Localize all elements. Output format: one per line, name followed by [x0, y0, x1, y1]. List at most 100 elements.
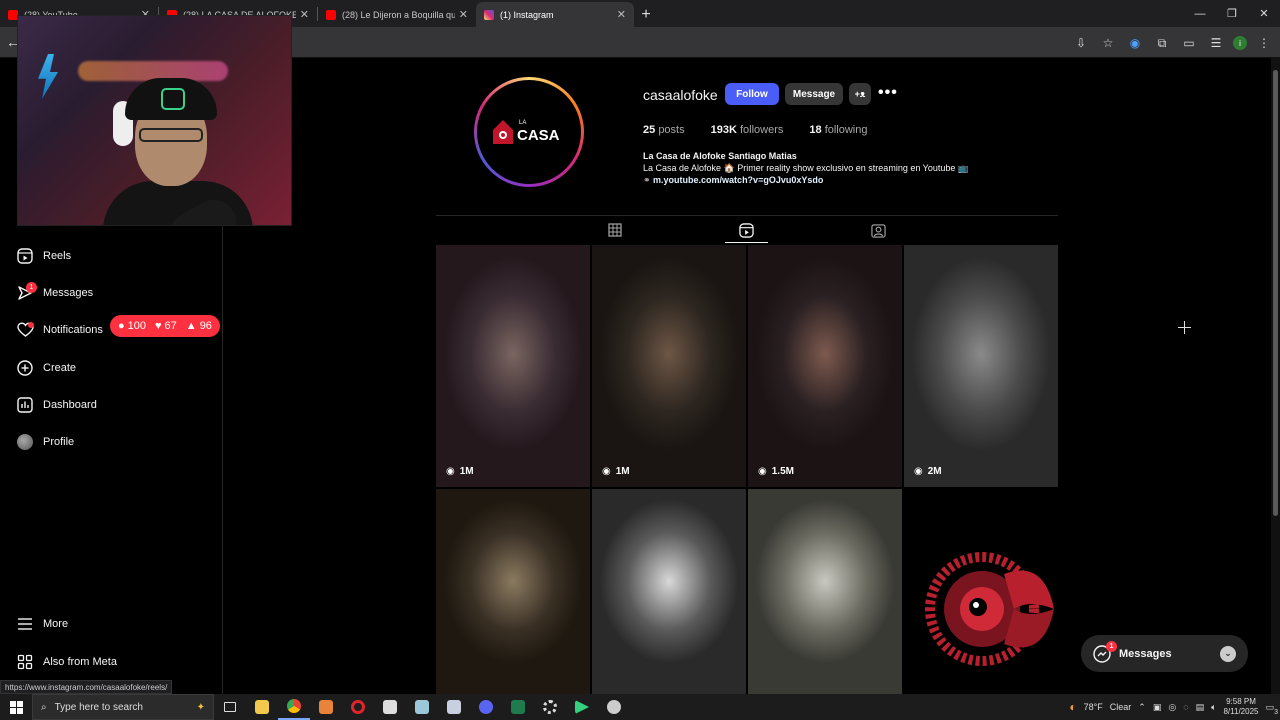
- windows-logo-icon: [9, 700, 23, 714]
- settings-gear-icon[interactable]: [534, 694, 566, 720]
- discord-icon[interactable]: [470, 694, 502, 720]
- scrollbar-thumb[interactable]: [1273, 70, 1278, 516]
- notification-count: 3: [1274, 708, 1278, 716]
- tab-reels[interactable]: [736, 221, 756, 239]
- star-icon[interactable]: ☆: [1098, 33, 1118, 53]
- chevron-down-icon[interactable]: ⌄: [1220, 645, 1236, 662]
- followers-label: followers: [739, 124, 784, 136]
- new-tab-button[interactable]: +: [634, 3, 658, 27]
- messenger-icon: 1: [1093, 640, 1117, 663]
- plus-square-icon: [16, 359, 34, 377]
- chrome-icon[interactable]: [278, 694, 310, 720]
- active-tab-indicator: [725, 242, 768, 243]
- view-count: ◉ 1.5M: [758, 466, 794, 477]
- reel-thumbnail-3[interactable]: ◉ 1.5M: [748, 245, 902, 487]
- app-icon-play[interactable]: [566, 694, 598, 720]
- app-icon-orange[interactable]: [310, 694, 342, 720]
- weather-temp[interactable]: 78°F: [1084, 702, 1103, 712]
- extension-icon-1[interactable]: ◉: [1125, 33, 1145, 53]
- followers-stat[interactable]: 193K followers: [711, 124, 784, 136]
- taskbar-search[interactable]: ⌕ Type here to search ✦: [32, 694, 214, 720]
- follow-button[interactable]: Follow: [725, 83, 779, 105]
- taskbar-clock[interactable]: 9:58 PM 8/11/2025: [1223, 697, 1258, 717]
- follows-count: ▲ 96: [186, 320, 212, 332]
- likes-value: 67: [164, 320, 177, 332]
- close-tab-icon[interactable]: ✕: [459, 8, 468, 21]
- view-count-value: 1M: [459, 466, 474, 477]
- close-tab-icon[interactable]: ✕: [617, 8, 626, 21]
- profile-picture-ring[interactable]: LA CASA: [474, 77, 584, 187]
- tab-posts[interactable]: [605, 221, 625, 239]
- browser-tab-3[interactable]: (28) Le Dijeron a Boquilla que ✕: [318, 2, 476, 27]
- sidebar-item-more[interactable]: More: [16, 613, 68, 635]
- reel-thumbnail-5[interactable]: [436, 489, 590, 694]
- opera-icon[interactable]: [342, 694, 374, 720]
- app-icon-bulb[interactable]: [598, 694, 630, 720]
- speaker-icon[interactable]: 🔈︎: [1211, 702, 1216, 713]
- comments-count: ● 100: [118, 320, 146, 332]
- status-bar-url: https://www.instagram.com/casaalofoke/re…: [0, 680, 173, 694]
- sidebar-item-reels[interactable]: Reels: [16, 245, 71, 267]
- posts-stat: 25 posts: [643, 124, 685, 136]
- suggest-accounts-button[interactable]: +ᴥ: [849, 83, 871, 105]
- network-icon[interactable]: ▤: [1196, 702, 1205, 713]
- messages-floating-bar[interactable]: 1 Messages ⌄: [1081, 635, 1248, 672]
- app-icon-n[interactable]: [374, 694, 406, 720]
- messages-badge: 1: [26, 282, 37, 293]
- windows-taskbar: ⌕ Type here to search ✦ ◐ 78°F Clear ⌃ ▣…: [0, 694, 1280, 720]
- browser-tab-instagram[interactable]: (1) Instagram ✕: [476, 2, 634, 27]
- view-count: ◉ 1M: [446, 466, 474, 477]
- clock-date: 8/11/2025: [1223, 707, 1259, 716]
- following-stat[interactable]: 18 following: [809, 124, 867, 136]
- following-count: 18: [809, 124, 822, 136]
- sidepanel-icon[interactable]: ▭: [1179, 33, 1199, 53]
- cap-shape: [125, 78, 217, 120]
- view-count-value: 2M: [927, 466, 942, 477]
- message-button[interactable]: Message: [785, 83, 843, 105]
- kebab-menu-icon[interactable]: ⋮: [1254, 33, 1274, 53]
- app-icon-doc[interactable]: [438, 694, 470, 720]
- install-app-icon[interactable]: ⇩: [1071, 33, 1091, 53]
- tray-app-icon-3[interactable]: ◌: [1183, 702, 1188, 712]
- profile-picture-logo: LA CASA: [480, 83, 578, 181]
- more-options-icon[interactable]: •••: [878, 84, 898, 102]
- sidebar-item-label: Notifications: [43, 324, 103, 336]
- window-controls: — ❐ ✕: [1184, 0, 1280, 27]
- close-tab-icon[interactable]: ✕: [300, 8, 309, 21]
- notifications-summary-pill[interactable]: ● 100 ♥ 67 ▲ 96: [110, 315, 220, 337]
- sidebar-item-dashboard[interactable]: Dashboard: [16, 394, 97, 416]
- profile-username: casaalofoke: [643, 87, 718, 103]
- close-window-icon[interactable]: ✕: [1248, 0, 1280, 27]
- tray-app-icon[interactable]: ▣: [1153, 702, 1162, 713]
- app-icon-green[interactable]: [502, 694, 534, 720]
- media-icon[interactable]: ☰: [1206, 33, 1226, 53]
- sidebar-item-create[interactable]: Create: [16, 357, 76, 379]
- minimize-icon[interactable]: —: [1184, 0, 1216, 27]
- chevron-up-icon[interactable]: ⌃: [1138, 702, 1146, 713]
- reel-thumbnail-1[interactable]: ◉ 1M: [436, 245, 590, 487]
- puzzle-icon[interactable]: ⧉: [1152, 33, 1172, 53]
- reel-thumbnail-7[interactable]: [748, 489, 902, 694]
- reels-icon: [738, 222, 754, 238]
- search-placeholder: Type here to search: [54, 701, 143, 713]
- sidebar-item-profile[interactable]: Profile: [16, 431, 74, 453]
- instagram-sidebar: Reels Messages 1 Notifications ● 100 ♥ 67 …: [0, 226, 223, 694]
- reel-thumbnail-2[interactable]: ◉ 1M: [592, 245, 746, 487]
- notification-center-icon[interactable]: ▭ 3: [1265, 702, 1278, 716]
- page-scrollbar[interactable]: [1271, 58, 1280, 694]
- tab-tagged[interactable]: [868, 221, 888, 239]
- file-explorer-icon[interactable]: [246, 694, 278, 720]
- profile-link[interactable]: ⚭ m.youtube.com/watch?v=gOJvu0xYsdo: [643, 175, 823, 186]
- restore-icon[interactable]: ❐: [1216, 0, 1248, 27]
- tray-app-icon-2[interactable]: ◎: [1168, 702, 1176, 713]
- reel-thumbnail-8[interactable]: [904, 489, 1058, 694]
- reel-thumbnail-4[interactable]: ◉ 2M: [904, 245, 1058, 487]
- task-view-icon[interactable]: [214, 694, 246, 720]
- app-icon-notes[interactable]: [406, 694, 438, 720]
- profile-avatar-icon[interactable]: i: [1233, 36, 1247, 50]
- sidebar-item-also-from-meta[interactable]: Also from Meta: [16, 651, 117, 673]
- view-count-value: 1.5M: [771, 466, 794, 477]
- start-button[interactable]: [0, 694, 32, 720]
- sidebar-item-label: Reels: [43, 250, 72, 262]
- reel-thumbnail-6[interactable]: [592, 489, 746, 694]
